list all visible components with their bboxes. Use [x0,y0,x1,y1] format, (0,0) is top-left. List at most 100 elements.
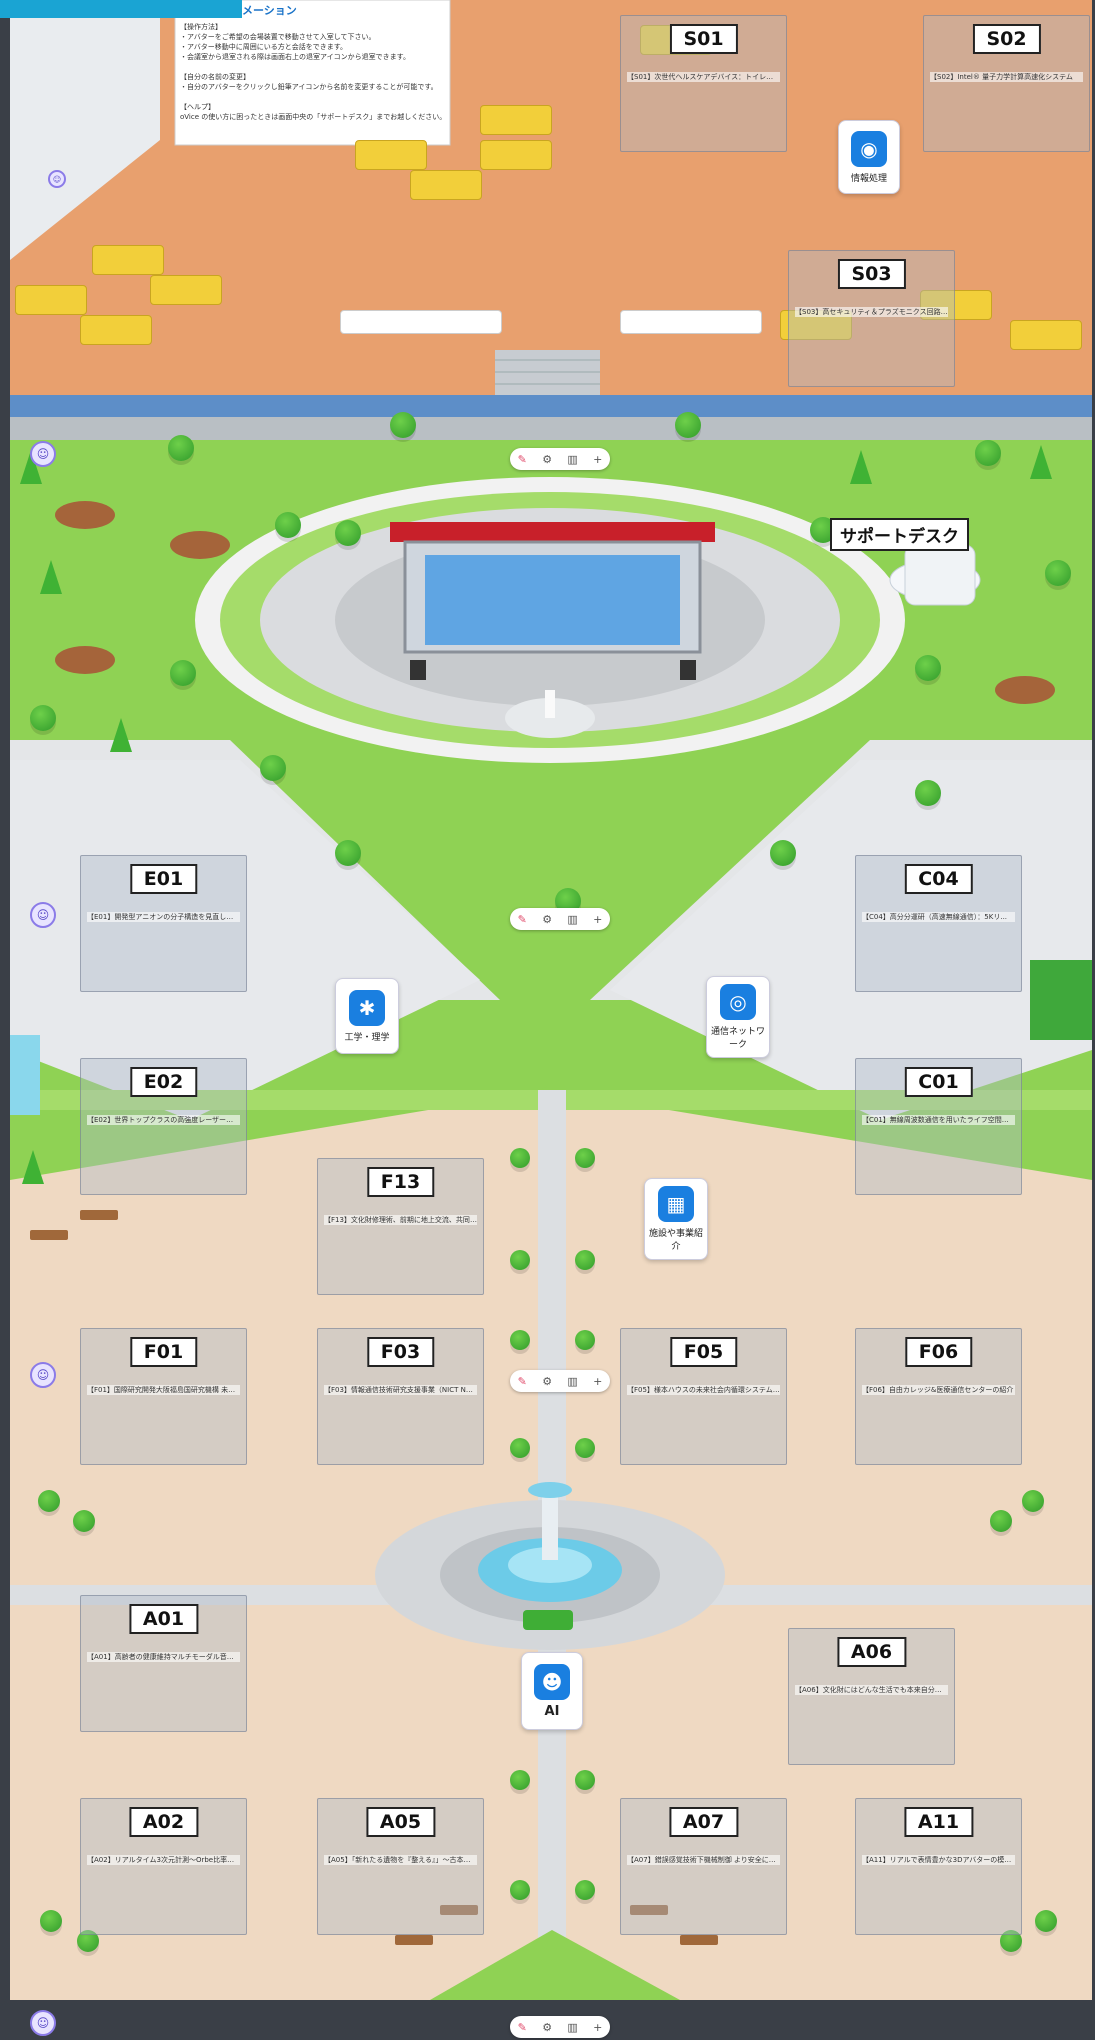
instruction-line: ・アバター移動中に周囲にいる方と会話をできます。 [180,43,348,51]
booth-description: 【A11】リアルで表情豊かな3Dアバターの模擬... [862,1855,1015,1865]
booth-f01[interactable]: F01 【F01】国際研究開発大阪福島国研究機構 未来に... [80,1328,247,1465]
booth-id-label: A05 [365,1807,436,1837]
map-icon[interactable]: ▥ [567,1375,577,1388]
category-label: 通信ネットワーク [710,1027,765,1050]
booth-f13[interactable]: F13 【F13】文化財修理術、前期に地上交流、共同研究... [317,1158,484,1295]
sofa [480,105,552,135]
settings-icon[interactable]: ⚙ [542,1375,552,1388]
instruction-line: ・会議室から退室される際は画面右上の退室アイコンから退室できます。 [180,53,410,61]
category-label: 施設や事業紹介 [648,1229,703,1252]
tree [1035,1910,1057,1932]
sofa [92,245,164,275]
instruction-line: 【自分の名前の変更】 [180,73,250,81]
booth-description: 【F05】様本ハウスの未来社会内循環システム「S... [627,1385,780,1395]
booth-f06[interactable]: F06 【F06】自由カレッジ&医療通信センターの紹介 [855,1328,1022,1465]
category-info-processing[interactable]: ◉ 情報処理 [838,120,900,194]
category-ai[interactable]: ☻ AI [521,1652,583,1730]
mic-off-icon[interactable]: ✎ [518,1375,527,1388]
plus-icon[interactable]: + [593,1375,602,1388]
tree [510,1880,530,1900]
booth-id-label: A06 [836,1637,907,1667]
pine-tree [850,450,872,484]
bench [680,1935,718,1945]
plus-icon[interactable]: + [593,453,602,466]
user-avatar[interactable]: ☺ [30,441,56,467]
user-avatar[interactable]: ☺ [30,902,56,928]
area-toolbar: ✎ ⚙ ▥ + [510,2016,610,2038]
instruction-line: ・自分のアバターをクリックし鉛筆アイコンから名前を変更することが可能です。 [180,83,438,91]
booth-a07[interactable]: A07 【A07】錯誤感覚技術下機械制御 より安全に活用... [620,1798,787,1935]
support-desk-label[interactable]: サポートデスク [830,518,969,551]
category-engineering[interactable]: ✱ 工学・理学 [335,978,399,1054]
pine-tree [110,718,132,752]
instruction-line [180,92,448,102]
tree [915,655,941,681]
booth-s03[interactable]: S03 【S03】高セキュリティ＆プラズモニクス回路の... [788,250,955,387]
settings-icon[interactable]: ⚙ [542,2021,552,2034]
area-toolbar: ✎ ⚙ ▥ + [510,448,610,470]
plus-icon[interactable]: + [593,913,602,926]
settings-icon[interactable]: ⚙ [542,453,552,466]
booth-id-label: F03 [366,1337,435,1367]
tree [915,780,941,806]
booth-s02[interactable]: S02 【S02】Intel® 量子力学計算高速化システム [923,15,1090,152]
booth-description: 【A07】錯誤感覚技術下機械制御 より安全に活用... [627,1855,780,1865]
booth-a11[interactable]: A11 【A11】リアルで表情豊かな3Dアバターの模擬... [855,1798,1022,1935]
tree [975,440,1001,466]
booth-a06[interactable]: A06 【A06】文化財にはどんな生活でも本来自分に... [788,1628,955,1765]
mic-off-icon[interactable]: ✎ [518,913,527,926]
booth-id-label: S02 [972,24,1041,54]
booth-id-label: E02 [129,1067,198,1097]
mic-off-icon[interactable]: ✎ [518,453,527,466]
category-network[interactable]: ◎ 通信ネットワーク [706,976,770,1058]
booth-id-label: A11 [903,1807,974,1837]
category-label: 情報処理 [850,173,887,184]
tree [675,412,701,438]
booth-f03[interactable]: F03 【F03】情報通信技術研究支援事業（NICT Net紹介） [317,1328,484,1465]
tree [575,1250,595,1270]
category-facility[interactable]: ▦ 施設や事業紹介 [644,1178,708,1260]
booth-e01[interactable]: E01 【E01】開発型アニオンの分子構造を見直した新... [80,855,247,992]
tree [575,1148,595,1168]
category-label: AI [544,1703,560,1719]
user-avatar[interactable]: ☺ [30,2010,56,2036]
instruction-line: 【ヘルプ】 [180,103,215,111]
booth-description: 【A01】高齢者の健康維持マルチモーダル音声 対話... [87,1652,240,1662]
sofa [150,275,222,305]
booth-description: 【S02】Intel® 量子力学計算高速化システム [930,72,1083,82]
planter [620,310,762,334]
plus-icon[interactable]: + [593,2021,602,2034]
settings-icon[interactable]: ⚙ [542,913,552,926]
map-icon[interactable]: ▥ [567,913,577,926]
planter [523,1610,573,1630]
user-avatar[interactable]: ☺ [48,170,66,188]
sofa [480,140,552,170]
header-tab-bar [0,0,242,18]
booth-a01[interactable]: A01 【A01】高齢者の健康維持マルチモーダル音声 対話... [80,1595,247,1732]
booth-e02[interactable]: E02 【E02】世界トップクラスの高強度レーザー開発と... [80,1058,247,1195]
booth-description: 【F13】文化財修理術、前期に地上交流、共同研究... [324,1215,477,1225]
network-icon: ◎ [720,984,756,1020]
booth-c04[interactable]: C04 【C04】高分分運研（高速無線通信）：5Kリ... [855,855,1022,992]
sofa [410,170,482,200]
map-icon[interactable]: ▥ [567,453,577,466]
tree [510,1330,530,1350]
map-icon[interactable]: ▥ [567,2021,577,2034]
pine-tree [40,560,62,594]
bench [30,1230,68,1240]
booth-c01[interactable]: C01 【C01】無線周波数通信を用いたライフ空間見え... [855,1058,1022,1195]
booth-a02[interactable]: A02 【A02】リアルタイム3次元計測～Orbe比率ステ... [80,1798,247,1935]
mic-off-icon[interactable]: ✎ [518,2021,527,2034]
tree [73,1510,95,1532]
booth-description: 【E01】開発型アニオンの分子構造を見直した新... [87,912,240,922]
tree [170,660,196,686]
tree [40,1910,62,1932]
booth-id-label: A07 [668,1807,739,1837]
booth-id-label: A01 [128,1604,199,1634]
booth-s01[interactable]: S01 【S01】次世代ヘルスケアデバイス：トイレで健康... [620,15,787,152]
booth-f05[interactable]: F05 【F05】様本ハウスの未来社会内循環システム「S... [620,1328,787,1465]
booth-a05[interactable]: A05 【A05】「新れたる遺物を『整える』」～古本品... [317,1798,484,1935]
pine-tree [1030,445,1052,479]
user-avatar[interactable]: ☺ [30,1362,56,1388]
booth-description: 【E02】世界トップクラスの高強度レーザー開発と... [87,1115,240,1125]
